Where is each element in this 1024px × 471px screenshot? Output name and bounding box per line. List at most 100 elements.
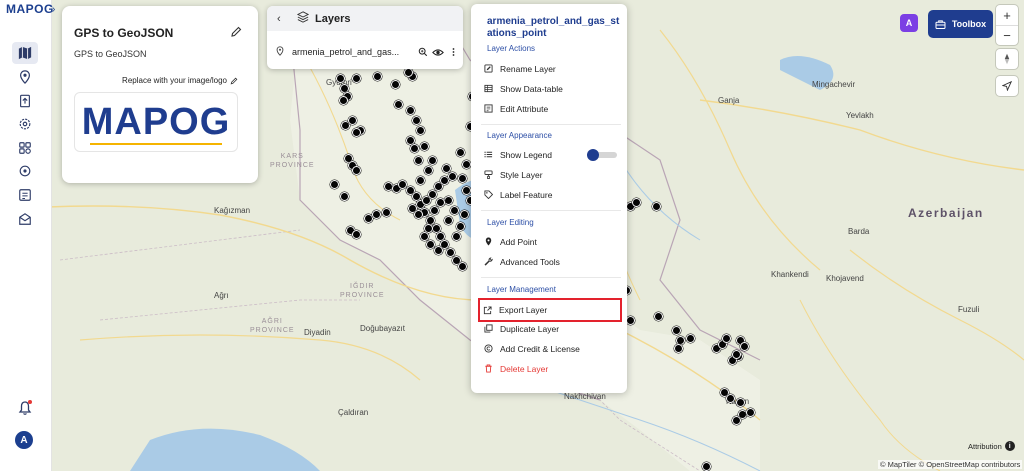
station-point-marker[interactable] xyxy=(414,156,423,165)
edit-pencil-icon[interactable] xyxy=(230,26,242,38)
station-point-marker[interactable] xyxy=(428,190,437,199)
station-point-marker[interactable] xyxy=(391,80,400,89)
replace-logo-link[interactable]: Replace with your image/logo xyxy=(122,76,238,85)
station-point-marker[interactable] xyxy=(436,198,445,207)
station-point-marker[interactable] xyxy=(448,172,457,181)
station-point-marker[interactable] xyxy=(336,74,345,83)
advanced-tools-item[interactable]: Advanced Tools xyxy=(481,253,621,270)
station-point-marker[interactable] xyxy=(672,326,681,335)
station-point-marker[interactable] xyxy=(424,166,433,175)
export-layer-item[interactable]: Export Layer xyxy=(478,298,622,322)
station-point-marker[interactable] xyxy=(404,68,413,77)
sidebar-gear-icon[interactable] xyxy=(13,160,37,182)
layer-row[interactable]: armenia_petrol_and_gas... xyxy=(275,44,459,60)
station-point-marker[interactable] xyxy=(686,334,695,343)
station-point-marker[interactable] xyxy=(626,316,635,325)
station-point-marker[interactable] xyxy=(444,196,453,205)
add-point-item[interactable]: Add Point xyxy=(481,233,621,250)
station-point-marker[interactable] xyxy=(632,198,641,207)
station-point-marker[interactable] xyxy=(414,210,423,219)
ai-assistant-button[interactable]: A xyxy=(900,14,918,32)
station-point-marker[interactable] xyxy=(458,262,467,271)
compass-button[interactable] xyxy=(996,49,1018,69)
zoom-to-layer-icon[interactable] xyxy=(417,46,429,58)
station-point-marker[interactable] xyxy=(406,106,415,115)
show-datatable-item[interactable]: Show Data-table xyxy=(481,80,621,97)
back-chevron-icon[interactable]: ‹ xyxy=(277,13,291,25)
station-point-marker[interactable] xyxy=(444,216,453,225)
station-point-marker[interactable] xyxy=(382,208,391,217)
station-point-marker[interactable] xyxy=(460,210,469,219)
style-layer-item[interactable]: Style Layer xyxy=(481,166,621,183)
station-point-marker[interactable] xyxy=(456,148,465,157)
station-point-marker[interactable] xyxy=(352,166,361,175)
add-credit-item[interactable]: Add Credit & License xyxy=(481,340,621,357)
project-logo: MAPOG xyxy=(82,103,231,145)
station-point-marker[interactable] xyxy=(416,126,425,135)
sidebar-expand-chevron-icon[interactable]: › xyxy=(52,4,62,18)
zoom-out-button[interactable]: − xyxy=(996,25,1018,45)
sidebar-settings-icon[interactable] xyxy=(13,113,37,135)
station-point-marker[interactable] xyxy=(420,142,429,151)
station-point-marker[interactable] xyxy=(652,202,661,211)
rename-layer-item[interactable]: Rename Layer xyxy=(481,60,621,77)
station-point-marker[interactable] xyxy=(726,394,735,403)
station-point-marker[interactable] xyxy=(450,206,459,215)
visibility-eye-icon[interactable] xyxy=(432,46,444,58)
station-point-marker[interactable] xyxy=(452,232,461,241)
station-point-marker[interactable] xyxy=(654,312,663,321)
zoom-in-button[interactable]: + xyxy=(996,5,1018,25)
sidebar-upload-icon[interactable] xyxy=(13,90,37,112)
sidebar-map-icon[interactable] xyxy=(12,42,38,64)
station-point-marker[interactable] xyxy=(722,334,731,343)
station-point-marker[interactable] xyxy=(736,398,745,407)
zoom-control: + − xyxy=(996,5,1018,45)
station-point-marker[interactable] xyxy=(352,230,361,239)
station-point-marker[interactable] xyxy=(674,344,683,353)
user-avatar[interactable]: A xyxy=(15,431,33,449)
station-point-marker[interactable] xyxy=(348,116,357,125)
station-point-marker[interactable] xyxy=(352,128,361,137)
station-point-marker[interactable] xyxy=(412,116,421,125)
settings-icon xyxy=(19,118,31,130)
station-point-marker[interactable] xyxy=(410,144,419,153)
project-logo-box[interactable]: MAPOG xyxy=(74,92,238,152)
more-options-icon[interactable] xyxy=(447,46,459,58)
station-point-marker[interactable] xyxy=(740,342,749,351)
project-description: GPS to GeoJSON xyxy=(74,49,147,59)
station-point-marker[interactable] xyxy=(394,100,403,109)
sidebar-report-icon[interactable] xyxy=(13,184,37,206)
show-legend-toggle[interactable] xyxy=(587,149,617,161)
edit-attribute-item[interactable]: Edit Attribute xyxy=(481,100,621,117)
station-point-marker[interactable] xyxy=(462,186,471,195)
station-point-marker[interactable] xyxy=(430,206,439,215)
station-point-marker[interactable] xyxy=(462,160,471,169)
geolocate-button[interactable] xyxy=(996,76,1018,96)
attribution-toggle[interactable]: Attribution i xyxy=(968,441,1015,451)
station-point-marker[interactable] xyxy=(416,176,425,185)
app-logo[interactable]: MAPOG xyxy=(6,2,54,16)
toolbox-button[interactable]: Toolbox xyxy=(928,10,993,38)
station-point-marker[interactable] xyxy=(372,210,381,219)
station-point-marker[interactable] xyxy=(456,222,465,231)
station-point-marker[interactable] xyxy=(339,96,348,105)
station-point-marker[interactable] xyxy=(330,180,339,189)
sidebar-analysis-icon[interactable] xyxy=(13,137,37,159)
station-point-marker[interactable] xyxy=(732,416,741,425)
station-point-marker[interactable] xyxy=(442,164,451,173)
station-point-marker[interactable] xyxy=(428,156,437,165)
label-feature-item[interactable]: Label Feature xyxy=(481,186,621,203)
station-point-marker[interactable] xyxy=(373,72,382,81)
station-point-marker[interactable] xyxy=(340,192,349,201)
station-point-marker[interactable] xyxy=(702,462,711,471)
notifications-bell-icon[interactable] xyxy=(17,400,33,416)
sidebar-share-icon[interactable] xyxy=(13,208,37,230)
station-point-marker[interactable] xyxy=(434,246,443,255)
sidebar-location-icon[interactable] xyxy=(13,66,37,88)
station-point-marker[interactable] xyxy=(732,350,741,359)
delete-layer-item[interactable]: Delete Layer xyxy=(481,360,621,377)
station-point-marker[interactable] xyxy=(352,74,361,83)
station-point-marker[interactable] xyxy=(746,408,755,417)
station-point-marker[interactable] xyxy=(458,174,467,183)
duplicate-layer-item[interactable]: Duplicate Layer xyxy=(481,320,621,337)
